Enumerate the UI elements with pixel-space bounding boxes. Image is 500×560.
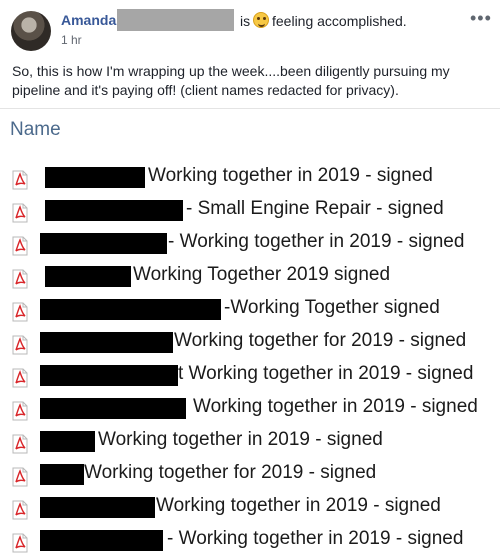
feeling-label[interactable]: feeling accomplished. xyxy=(272,13,407,29)
file-list-screenshot: Name Working together in 2019 - signed - … xyxy=(0,108,500,560)
file-row[interactable]: t Working together in 2019 - signed xyxy=(0,362,500,394)
more-options-icon[interactable]: ••• xyxy=(470,8,492,29)
file-row[interactable]: Working together in 2019 - signed xyxy=(0,494,500,526)
file-name: - Working together in 2019 - signed xyxy=(168,231,465,252)
redaction-bar xyxy=(45,266,131,287)
redaction-bar xyxy=(40,299,221,320)
pdf-icon xyxy=(12,269,28,289)
file-row[interactable]: Working together for 2019 - signed xyxy=(0,329,500,361)
file-row[interactable]: Working together in 2019 - signed xyxy=(0,428,500,460)
pdf-icon xyxy=(12,302,28,322)
pdf-icon xyxy=(12,401,28,421)
redaction-bar xyxy=(40,431,95,452)
pdf-icon xyxy=(12,236,28,256)
file-name: -Working Together signed xyxy=(224,297,440,318)
file-row[interactable]: Working together for 2019 - signed xyxy=(0,461,500,493)
post-text: So, this is how I'm wrapping up the week… xyxy=(12,63,450,98)
file-name: Working Together 2019 signed xyxy=(133,264,391,285)
file-row[interactable]: Working Together 2019 signed xyxy=(0,263,500,295)
post-timestamp[interactable]: 1 hr xyxy=(61,33,82,47)
file-name: - Working together in 2019 - signed xyxy=(167,528,464,549)
redaction-bar xyxy=(40,233,167,254)
file-row[interactable]: - Small Engine Repair - signed xyxy=(0,197,500,229)
pdf-icon xyxy=(12,500,28,520)
redaction-bar xyxy=(40,530,163,551)
file-name: Working together for 2019 - signed xyxy=(84,462,377,483)
pdf-icon xyxy=(12,434,28,454)
post-header: Amanda is feeling accomplished. 1 hr ••• xyxy=(0,0,500,52)
file-row[interactable]: - Working together in 2019 - signed xyxy=(0,230,500,262)
pdf-icon xyxy=(12,170,28,190)
file-name: Working together in 2019 - signed xyxy=(98,429,383,450)
redaction-bar xyxy=(45,167,145,188)
redaction-bar xyxy=(40,497,155,518)
avatar[interactable] xyxy=(11,11,51,51)
file-name: Working together in 2019 - signed xyxy=(156,495,441,516)
pdf-icon xyxy=(12,533,28,553)
file-name: Working together in 2019 - signed xyxy=(148,165,433,186)
file-name: Working together for 2019 - signed xyxy=(174,330,467,351)
file-row[interactable]: Working together in 2019 - signed xyxy=(0,395,500,427)
redaction-bar xyxy=(40,464,84,485)
redaction-bar xyxy=(40,398,186,419)
file-row[interactable]: Working together in 2019 - signed xyxy=(0,164,500,196)
redaction-bar xyxy=(40,332,173,353)
author-name[interactable]: Amanda xyxy=(61,12,116,28)
redaction-bar xyxy=(45,200,183,221)
pdf-icon xyxy=(12,203,28,223)
file-name: - Small Engine Repair - signed xyxy=(186,198,444,219)
file-row[interactable]: - Working together in 2019 - signed xyxy=(0,527,500,559)
is-label: is xyxy=(240,13,251,29)
pdf-icon xyxy=(12,467,28,487)
emoji-icon xyxy=(253,12,269,28)
pdf-icon xyxy=(12,368,28,388)
file-name: t Working together in 2019 - signed xyxy=(178,363,474,384)
column-header-name: Name xyxy=(10,119,61,140)
pdf-icon xyxy=(12,335,28,355)
redaction-bar xyxy=(40,365,178,386)
file-name: Working together in 2019 - signed xyxy=(193,396,478,417)
file-row[interactable]: -Working Together signed xyxy=(0,296,500,328)
redacted-name xyxy=(117,9,234,31)
